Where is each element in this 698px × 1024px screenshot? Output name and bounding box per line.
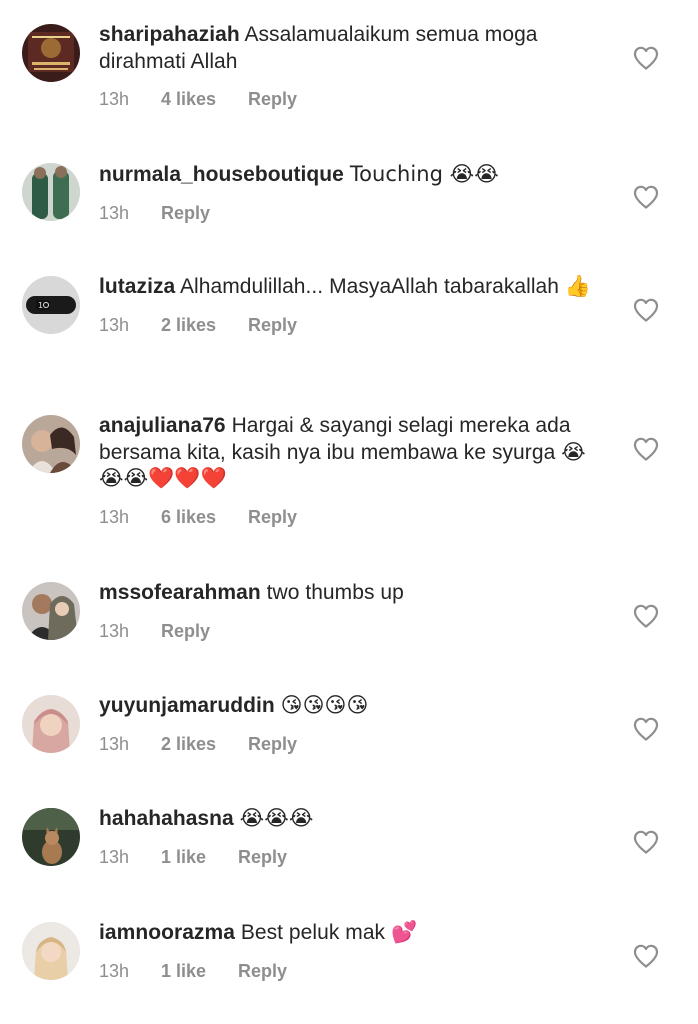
likes-count[interactable]: 2 likes (161, 314, 216, 336)
heart-outline-icon[interactable] (633, 944, 659, 968)
likes-count[interactable]: 1 like (161, 960, 206, 982)
comment-meta: 13h 1 like Reply (99, 846, 599, 868)
heart-outline-icon[interactable] (633, 830, 659, 854)
comment-list: sharipahaziah Assalamualaikum semua moga… (0, 0, 698, 1024)
reply-button[interactable]: Reply (248, 314, 297, 336)
avatar[interactable] (22, 163, 80, 221)
comment-text: anajuliana76 Hargai & sayangi selagi mer… (99, 413, 599, 493)
comment-text: mssofearahman two thumbs up (99, 580, 599, 607)
svg-text:1: 1 (38, 301, 43, 310)
comment-text: iamnoorazma Best peluk mak 💕 (99, 920, 599, 947)
comment-text: yuyunjamaruddin 😘😘😘😘 (99, 693, 599, 720)
reply-button[interactable]: Reply (248, 733, 297, 755)
likes-count[interactable]: 4 likes (161, 88, 216, 110)
avatar[interactable] (22, 415, 80, 473)
reply-button[interactable]: Reply (238, 846, 287, 868)
avatar[interactable] (22, 582, 80, 640)
comment-text: lutaziza Alhamdulillah... MasyaAllah tab… (99, 274, 599, 301)
avatar[interactable] (22, 922, 80, 980)
username[interactable]: lutaziza (99, 275, 175, 298)
comment-message: Touching 😭😭 (349, 162, 499, 186)
avatar[interactable] (22, 808, 80, 866)
comment-body: mssofearahman two thumbs up 13h Reply (99, 580, 599, 642)
comment-message: Best peluk mak 💕 (240, 921, 418, 944)
heart-outline-icon[interactable] (633, 717, 659, 741)
heart-outline-icon[interactable] (633, 604, 659, 628)
comment-body: nurmala_houseboutique Touching 😭😭 13h Rep… (99, 161, 599, 224)
comment-body: anajuliana76 Hargai & sayangi selagi mer… (99, 413, 599, 528)
avatar[interactable] (22, 24, 80, 82)
comment-body: iamnoorazma Best peluk mak 💕 13h 1 like Re… (99, 920, 599, 982)
comment-meta: 13h 6 likes Reply (99, 506, 599, 528)
comment-body: yuyunjamaruddin 😘😘😘😘 13h 2 likes Reply (99, 693, 599, 755)
timestamp[interactable]: 13h (99, 733, 161, 755)
comment-meta: 13h 2 likes Reply (99, 314, 599, 336)
comment-message: two thumbs up (266, 581, 404, 604)
comment-meta: 13h 2 likes Reply (99, 733, 599, 755)
timestamp[interactable]: 13h (99, 202, 161, 224)
comment-message: 😘😘😘😘 (280, 694, 369, 717)
heart-outline-icon[interactable] (633, 46, 659, 70)
username[interactable]: sharipahaziah (99, 23, 240, 46)
timestamp[interactable]: 13h (99, 620, 161, 642)
reply-button[interactable]: Reply (161, 620, 210, 642)
comment-text: hahahahasna 😭😭😭 (99, 806, 599, 833)
username[interactable]: anajuliana76 (99, 414, 226, 437)
likes-count[interactable]: 2 likes (161, 733, 216, 755)
comment-meta: 13h Reply (99, 202, 599, 224)
reply-button[interactable]: Reply (248, 506, 297, 528)
username[interactable]: nurmala_houseboutique (99, 163, 344, 186)
comment-message: Alhamdulillah... MasyaAllah tabarakallah… (179, 275, 592, 298)
timestamp[interactable]: 13h (99, 314, 161, 336)
reply-button[interactable]: Reply (248, 88, 297, 110)
username[interactable]: iamnoorazma (99, 921, 235, 944)
comment-body: sharipahaziah Assalamualaikum semua moga… (99, 22, 599, 110)
username[interactable]: mssofearahman (99, 581, 261, 604)
reply-button[interactable]: Reply (238, 960, 287, 982)
heart-outline-icon[interactable] (633, 185, 659, 209)
comment-meta: 13h 1 like Reply (99, 960, 599, 982)
reply-button[interactable]: Reply (161, 202, 210, 224)
comment-body: hahahahasna 😭😭😭 13h 1 like Reply (99, 806, 599, 868)
comment-body: lutaziza Alhamdulillah... MasyaAllah tab… (99, 274, 599, 336)
username[interactable]: yuyunjamaruddin (99, 694, 275, 717)
comment-text: sharipahaziah Assalamualaikum semua moga… (99, 22, 599, 75)
timestamp[interactable]: 13h (99, 960, 161, 982)
username[interactable]: hahahahasna (99, 807, 234, 830)
timestamp[interactable]: 13h (99, 846, 161, 868)
comment-text: nurmala_houseboutique Touching 😭😭 (99, 161, 599, 189)
likes-count[interactable]: 1 like (161, 846, 206, 868)
timestamp[interactable]: 13h (99, 506, 161, 528)
comment-message: 😭😭😭 (239, 807, 314, 830)
avatar[interactable]: 1 (22, 276, 80, 334)
comment-meta: 13h Reply (99, 620, 599, 642)
heart-outline-icon[interactable] (633, 298, 659, 322)
avatar[interactable] (22, 695, 80, 753)
heart-outline-icon[interactable] (633, 437, 659, 461)
likes-count[interactable]: 6 likes (161, 506, 216, 528)
timestamp[interactable]: 13h (99, 88, 161, 110)
comment-meta: 13h 4 likes Reply (99, 88, 599, 110)
